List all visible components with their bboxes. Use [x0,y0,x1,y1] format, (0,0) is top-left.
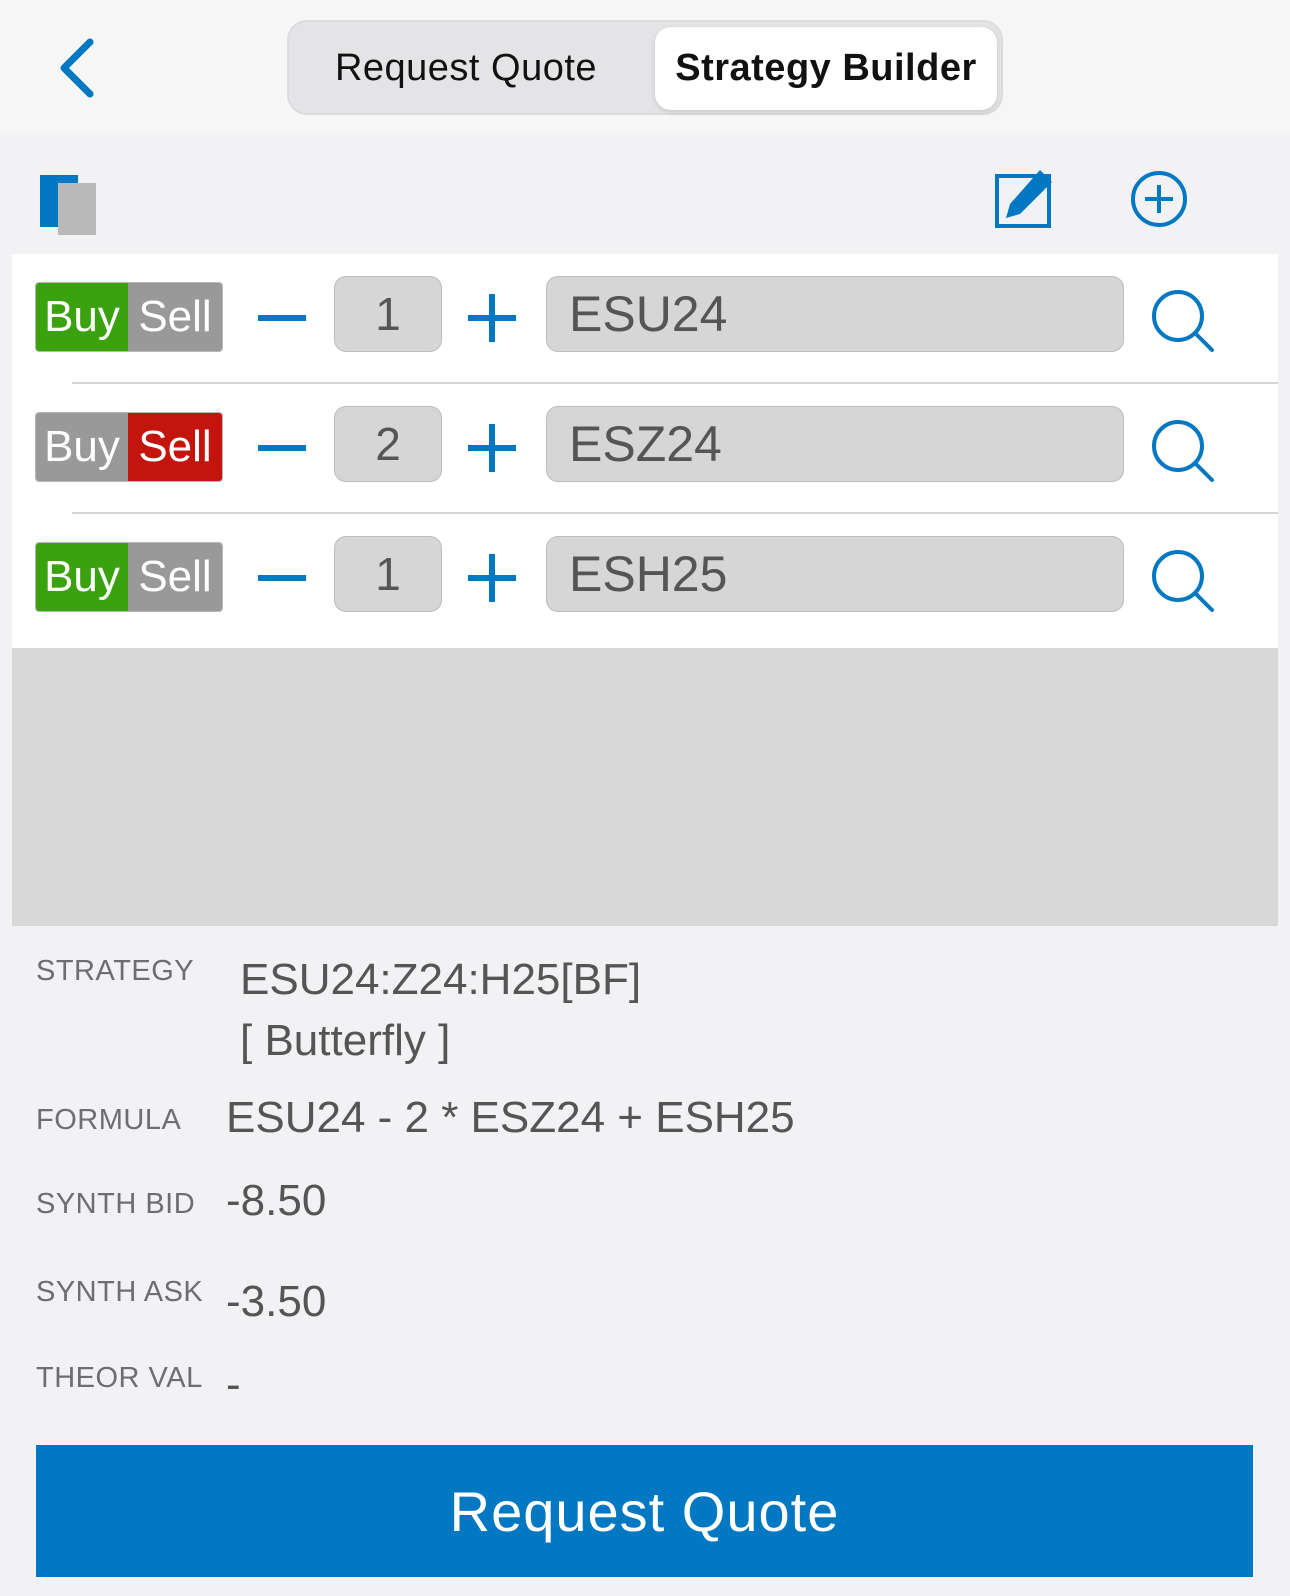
mode-segmented-control: Request Quote Strategy Builder [287,20,1003,115]
strategy-type: [ Butterfly ] [240,1016,451,1065]
plus-circle-icon [1131,171,1187,227]
buy-sell-toggle[interactable]: Buy Sell [35,412,223,482]
strategy-value: ESU24:Z24:H25[BF] [240,955,642,1004]
sell-option[interactable]: Sell [128,543,222,611]
leg-row: Buy Sell 1 ESU24 [12,254,1278,384]
quantity-field[interactable]: 2 [334,406,442,482]
strategy-toolbar [12,133,1278,254]
search-symbol-button[interactable] [1150,548,1216,614]
formula-value: ESU24 - 2 * ESZ24 + ESH25 [226,1093,795,1142]
synth-bid-value: -8.50 [226,1176,327,1225]
minus-icon [258,575,306,581]
search-symbol-button[interactable] [1150,288,1216,354]
leg-row: Buy Sell 2 ESZ24 [12,384,1278,514]
buy-sell-toggle[interactable]: Buy Sell [35,282,223,352]
strategy-label: STRATEGY [36,955,195,987]
empty-legs-area [12,648,1278,926]
top-nav-bar: Request Quote Strategy Builder [0,0,1290,133]
decrease-quantity-button[interactable] [252,284,312,348]
minus-icon [258,445,306,451]
add-leg-button[interactable] [1129,169,1189,229]
quantity-field[interactable]: 1 [334,536,442,612]
tab-strategy-builder[interactable]: Strategy Builder [655,27,997,110]
request-quote-button[interactable]: Request Quote [36,1445,1253,1577]
search-icon [1152,290,1214,352]
sell-option[interactable]: Sell [128,283,222,351]
synth-ask-value: -3.50 [226,1277,327,1326]
back-button[interactable] [52,36,108,100]
strategy-builder-screen: Request Quote Strategy Builder Buy Sell … [0,0,1290,1596]
minus-icon [258,315,306,321]
leg-row: Buy Sell 1 ESH25 [12,514,1278,644]
buy-option[interactable]: Buy [36,543,128,611]
symbol-field[interactable]: ESH25 [546,536,1124,612]
increase-quantity-button[interactable] [462,544,522,608]
formula-label: FORMULA [36,1104,182,1136]
increase-quantity-button[interactable] [462,284,522,348]
decrease-quantity-button[interactable] [252,544,312,608]
theor-val-value: - [226,1360,241,1409]
buy-option[interactable]: Buy [36,283,128,351]
synth-ask-label: SYNTH ASK [36,1276,204,1308]
quantity-field[interactable]: 1 [334,276,442,352]
copy-icon [40,175,96,235]
search-icon [1152,550,1214,612]
chevron-left-icon [60,38,94,98]
copy-button[interactable] [40,175,98,237]
symbol-field[interactable]: ESZ24 [546,406,1124,482]
search-icon [1152,420,1214,482]
increase-quantity-button[interactable] [462,414,522,478]
plus-icon [468,554,516,602]
edit-button[interactable] [994,168,1056,228]
symbol-field[interactable]: ESU24 [546,276,1124,352]
plus-icon [468,424,516,472]
plus-icon [468,294,516,342]
buy-sell-toggle[interactable]: Buy Sell [35,542,223,612]
buy-option[interactable]: Buy [36,413,128,481]
tab-request-quote[interactable]: Request Quote [295,27,637,110]
sell-option[interactable]: Sell [128,413,222,481]
synth-bid-label: SYNTH BID [36,1188,196,1220]
theor-val-label: THEOR VAL [36,1362,203,1394]
decrease-quantity-button[interactable] [252,414,312,478]
edit-icon [995,170,1052,228]
search-symbol-button[interactable] [1150,418,1216,484]
legs-list: Buy Sell 1 ESU24 Buy Sell 2 ESZ24 Buy Se… [12,254,1278,648]
